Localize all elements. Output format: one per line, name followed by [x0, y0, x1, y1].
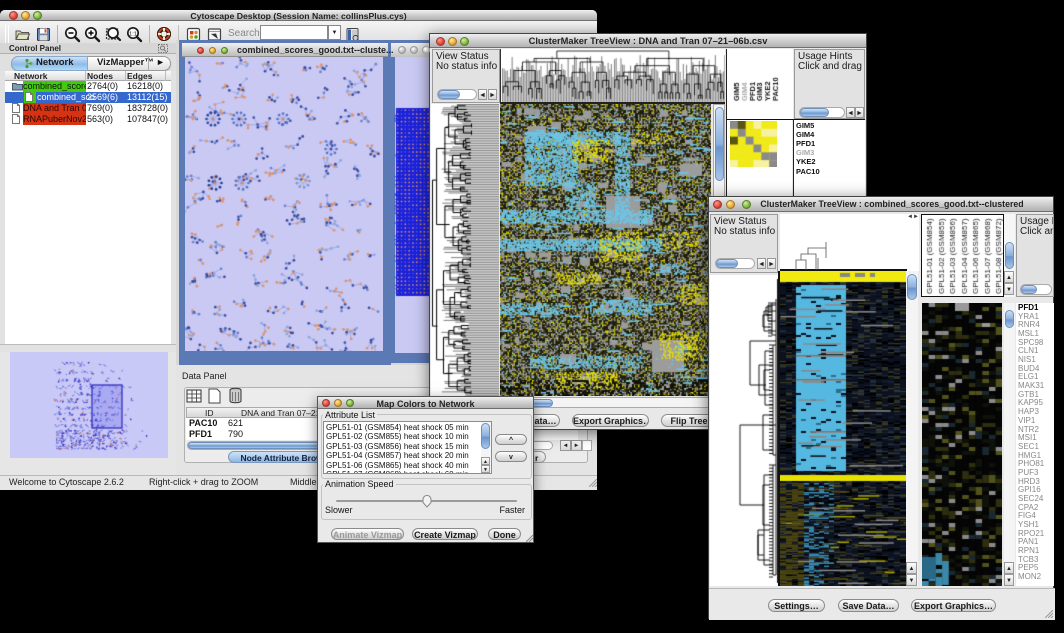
svg-text:1:1: 1:1: [129, 31, 137, 37]
